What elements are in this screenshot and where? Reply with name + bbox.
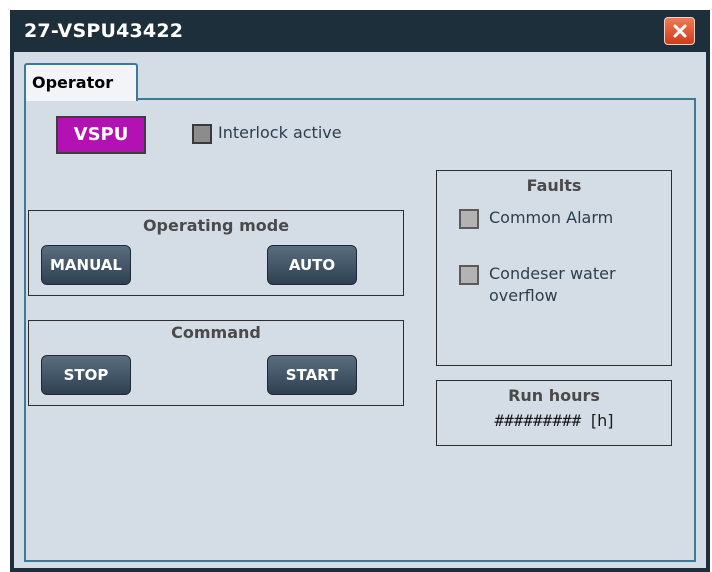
manual-button[interactable]: MANUAL <box>41 245 131 285</box>
run-hours-readout: ######### [h] <box>437 411 671 430</box>
operator-panel: VSPU Interlock active Operating mode MAN… <box>24 98 696 562</box>
water-overflow-indicator <box>459 265 479 285</box>
operating-mode-title: Operating mode <box>142 216 290 235</box>
stop-button[interactable]: STOP <box>41 355 131 395</box>
water-overflow-label: Condeser water overflow <box>489 264 616 305</box>
auto-button[interactable]: AUTO <box>267 245 357 285</box>
start-button[interactable]: START <box>267 355 357 395</box>
command-group: Command STOP START <box>28 320 404 406</box>
faults-title: Faults <box>526 176 582 195</box>
run-hours-value: ######### <box>494 411 582 430</box>
operating-mode-group: Operating mode MANUAL AUTO <box>28 210 404 296</box>
run-hours-title: Run hours <box>508 386 600 405</box>
tab-operator-label: Operator <box>32 73 114 92</box>
tab-operator[interactable]: Operator <box>24 63 138 101</box>
common-alarm-indicator <box>459 209 479 229</box>
window-client-area: Operator VSPU Interlock active Operating… <box>14 52 706 568</box>
unit-type-badge: VSPU <box>56 116 146 154</box>
interlock-indicator <box>192 124 212 144</box>
run-hours-group: Run hours ######### [h] <box>436 380 672 446</box>
faults-group: Faults Common Alarm Condeser water overf… <box>436 170 672 366</box>
close-icon <box>673 24 686 38</box>
close-button[interactable] <box>664 17 695 45</box>
title-bar[interactable]: 27-VSPU43422 <box>10 10 710 52</box>
command-title: Command <box>171 323 261 342</box>
common-alarm-label: Common Alarm <box>489 208 614 227</box>
window-title: 27-VSPU43422 <box>24 20 184 42</box>
run-hours-unit: [h] <box>590 411 614 430</box>
interlock-label: Interlock active <box>218 123 342 142</box>
faceplate-window: 27-VSPU43422 Operator VSPU Interlock act… <box>10 10 710 572</box>
